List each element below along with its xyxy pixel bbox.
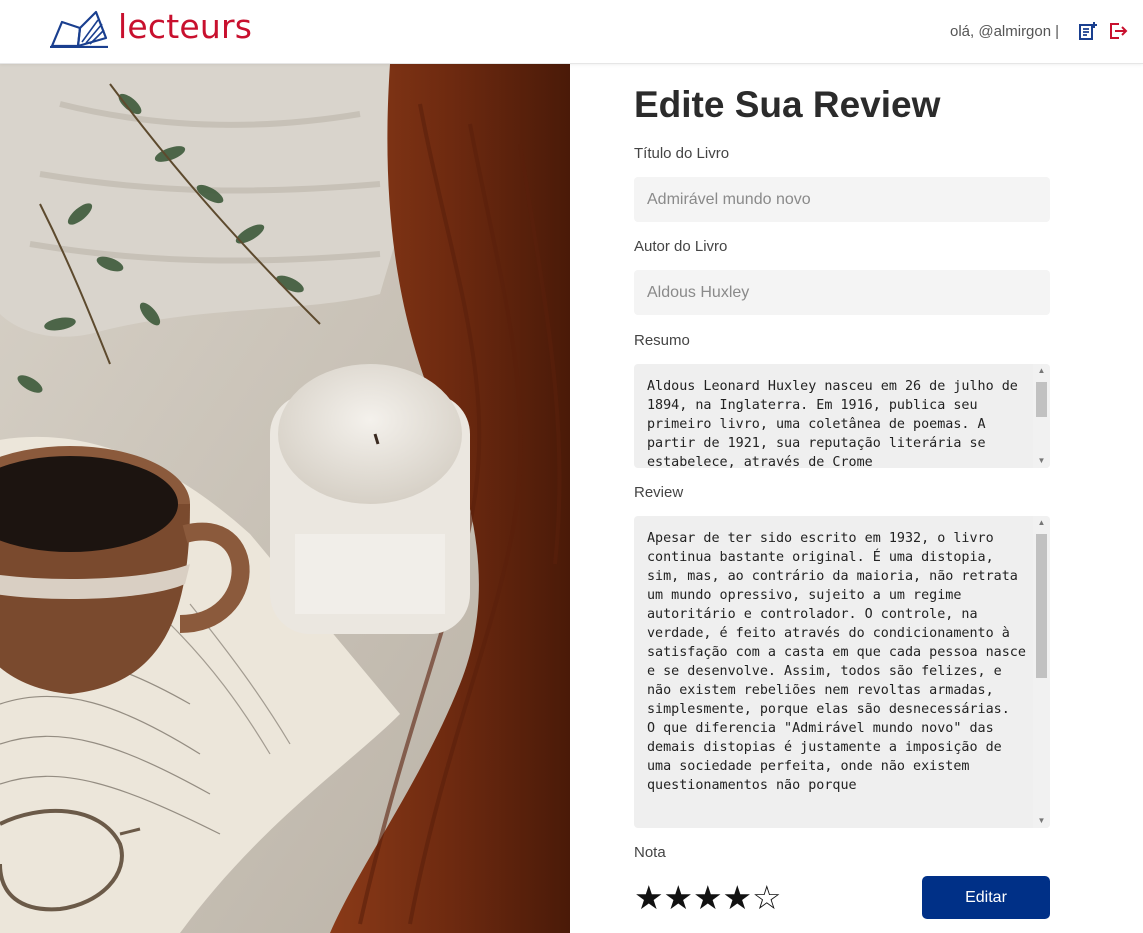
review-scrollbar[interactable]: ▲ ▼ [1033, 516, 1050, 828]
logo[interactable]: lecteurs [48, 8, 252, 48]
star-filled-icon[interactable]: ★ [693, 880, 723, 916]
author-label: Autor do Livro [634, 238, 728, 255]
logo-text: lecteurs [118, 6, 253, 46]
scroll-thumb[interactable] [1036, 534, 1047, 678]
book-logo-icon [48, 8, 112, 48]
cozy-books-photo [0, 64, 570, 933]
summary-scrollbar[interactable]: ▲ ▼ [1033, 364, 1050, 468]
logout-icon[interactable] [1107, 20, 1129, 42]
edit-button[interactable]: Editar [922, 876, 1050, 919]
summary-text: Aldous Leonard Huxley nasceu em 26 de ju… [647, 379, 1026, 468]
scroll-down-icon[interactable]: ▼ [1033, 454, 1050, 468]
review-label: Review [634, 484, 684, 501]
rating-label: Nota [634, 844, 666, 861]
separator: | [1055, 22, 1059, 40]
summary-textarea[interactable]: Aldous Leonard Huxley nasceu em 26 de ju… [634, 364, 1050, 468]
star-filled-icon[interactable]: ★ [664, 880, 694, 916]
star-filled-icon[interactable]: ★ [634, 880, 664, 916]
user-greeting: olá, @almirgon [949, 22, 1052, 40]
new-review-icon[interactable] [1077, 20, 1099, 42]
star-filled-icon[interactable]: ★ [723, 880, 753, 916]
review-text: Apesar de ter sido escrito em 1932, o li… [647, 531, 1026, 793]
star-rating[interactable]: ★ ★ ★ ★ ☆ [634, 880, 782, 916]
scroll-up-icon[interactable]: ▲ [1033, 364, 1050, 378]
scroll-thumb[interactable] [1036, 382, 1047, 417]
review-textarea[interactable]: Apesar de ter sido escrito em 1932, o li… [634, 516, 1050, 828]
user-area: olá, @almirgon | [950, 20, 1129, 42]
top-navbar: lecteurs olá, @almirgon | [0, 0, 1143, 64]
scroll-down-icon[interactable]: ▼ [1033, 814, 1050, 828]
star-empty-icon[interactable]: ☆ [752, 880, 782, 916]
scroll-up-icon[interactable]: ▲ [1033, 516, 1050, 530]
page-title: Edite Sua Review [634, 84, 941, 125]
summary-label: Resumo [634, 332, 690, 349]
book-title-label: Título do Livro [634, 145, 730, 162]
author-input[interactable] [634, 270, 1050, 315]
book-title-input[interactable] [634, 177, 1050, 222]
